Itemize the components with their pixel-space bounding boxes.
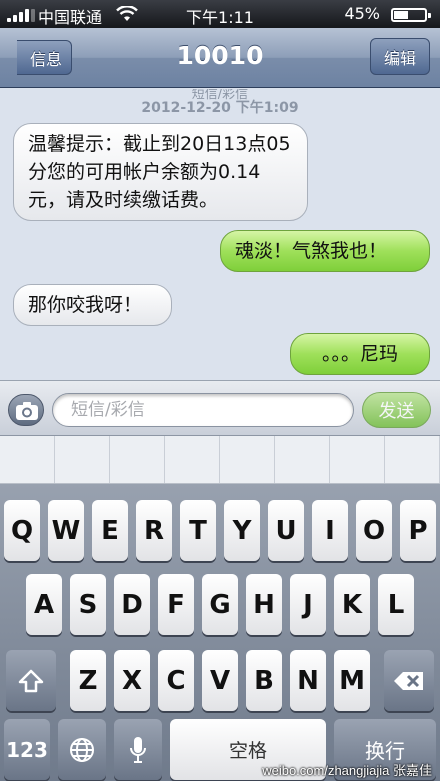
keyboard: 123 空格 换行 weibo.com/zhangjiajia 张嘉佳 QWER… [0,484,440,781]
key-h[interactable]: H [246,574,282,635]
key-j[interactable]: J [290,574,326,635]
key-u[interactable]: U [268,500,304,561]
key-y[interactable]: Y [224,500,260,561]
key-c[interactable]: C [158,650,194,711]
backspace-key[interactable] [384,650,434,711]
shift-icon [18,669,44,692]
globe-key[interactable] [58,719,106,780]
backspace-icon [394,671,423,690]
key-v[interactable]: V [202,650,238,711]
navigation-bar: 信息 10010 编辑 [0,28,440,88]
microphone-icon [130,736,146,763]
key-n[interactable]: N [290,650,326,711]
shift-key[interactable] [6,650,56,711]
battery-percent: 45% [344,4,380,23]
key-i[interactable]: I [312,500,348,561]
globe-icon [70,737,94,762]
key-k[interactable]: K [334,574,370,635]
outgoing-message-bubble[interactable]: 魂淡！气煞我也！ [220,230,430,272]
key-d[interactable]: D [114,574,150,635]
outgoing-message-bubble[interactable]: 。。。尼玛 [290,333,430,375]
key-b[interactable]: B [246,650,282,711]
key-a[interactable]: A [26,574,62,635]
key-z[interactable]: Z [70,650,106,711]
incoming-message-bubble[interactable]: 温馨提示：截止到20日13点05分您的可用帐户余额为0.14元，请及时续缴话费。 [13,123,308,221]
microphone-key[interactable] [114,719,162,780]
key-m[interactable]: M [334,650,370,711]
candidate-bar [0,436,440,484]
numbers-key[interactable]: 123 [4,719,50,780]
camera-icon [16,402,38,420]
send-button[interactable]: 发送 [362,392,431,428]
edit-button[interactable]: 编辑 [370,38,430,75]
message-input[interactable]: 短信/彩信 [52,393,354,427]
compose-bar: 短信/彩信 发送 [0,380,440,436]
key-w[interactable]: W [48,500,84,561]
key-e[interactable]: E [92,500,128,561]
key-f[interactable]: F [158,574,194,635]
key-g[interactable]: G [202,574,238,635]
key-l[interactable]: L [378,574,414,635]
message-timestamp: 2012-12-20 下午1:09 [141,100,299,116]
key-o[interactable]: O [356,500,392,561]
message-list[interactable]: 短信/彩信 2012-12-20 下午1:09 温馨提示：截止到20日13点05… [0,89,440,380]
key-q[interactable]: Q [4,500,40,561]
key-t[interactable]: T [180,500,216,561]
battery-icon [391,8,431,22]
key-r[interactable]: R [136,500,172,561]
key-p[interactable]: P [400,500,436,561]
status-bar: 中国联通 下午1:11 45% [0,0,440,28]
key-x[interactable]: X [114,650,150,711]
incoming-message-bubble[interactable]: 那你咬我呀！ [13,284,172,326]
watermark: weibo.com/zhangjiajia 张嘉佳 [262,763,432,778]
camera-button[interactable] [8,394,44,426]
key-s[interactable]: S [70,574,106,635]
